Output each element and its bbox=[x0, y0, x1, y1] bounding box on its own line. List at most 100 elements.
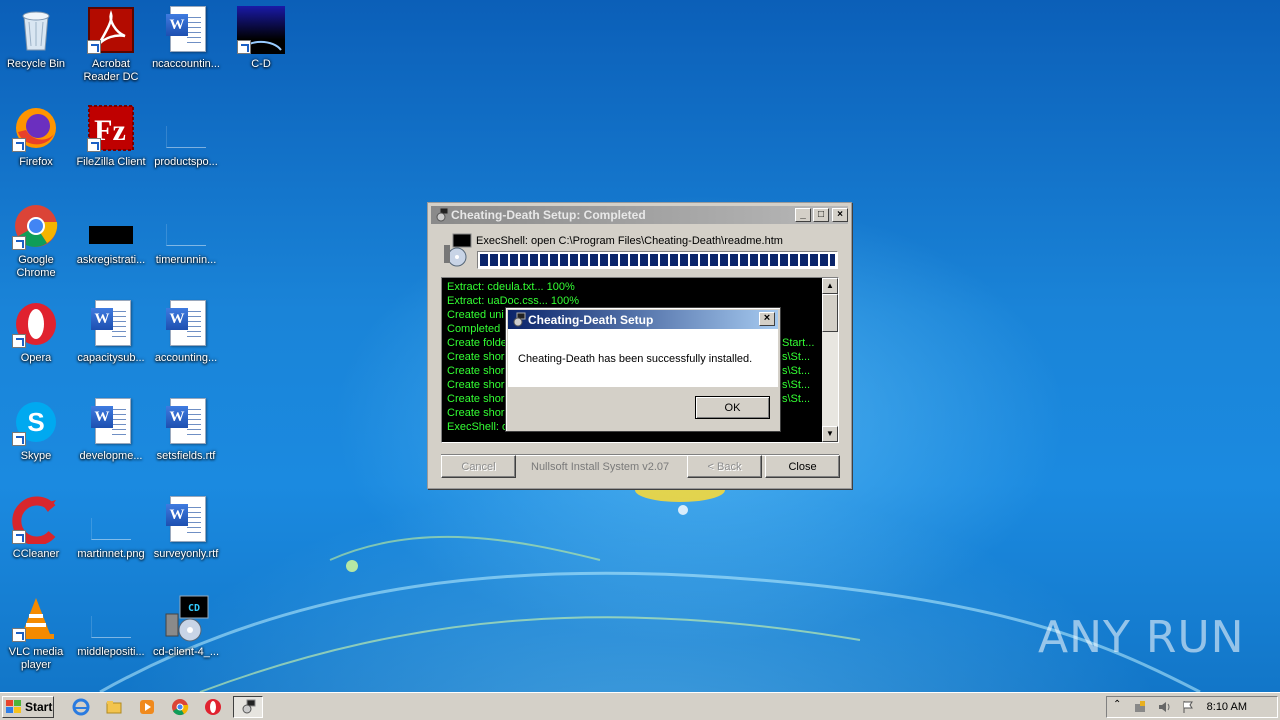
desktop-icon-cd-client[interactable]: CD cd-client-4_... bbox=[148, 588, 224, 678]
word-document-icon: W bbox=[87, 398, 135, 446]
dialog-app-icon bbox=[513, 312, 526, 327]
desktop-icon-label: CCleaner bbox=[12, 548, 60, 560]
maximize-button[interactable]: □ bbox=[813, 208, 829, 222]
chrome-icon bbox=[12, 202, 60, 250]
close-button[interactable]: Close bbox=[765, 455, 840, 478]
scroll-up-arrow-icon[interactable]: ▲ bbox=[822, 278, 838, 294]
black-file-icon bbox=[87, 202, 135, 250]
desktop-icon-label: askregistrati... bbox=[76, 254, 146, 266]
desktop-icon-accounting[interactable]: W accounting... bbox=[148, 294, 224, 384]
internet-explorer-icon[interactable] bbox=[72, 698, 90, 716]
desktop-icon-label: C-D bbox=[251, 58, 271, 70]
windows-flag-icon bbox=[6, 700, 22, 714]
scroll-down-arrow-icon[interactable]: ▼ bbox=[822, 426, 838, 442]
close-window-button[interactable]: × bbox=[832, 208, 848, 222]
desktop-icon-recycle-bin[interactable]: Recycle Bin bbox=[0, 0, 74, 90]
desktop-icon-label: martinnet.png bbox=[77, 548, 145, 560]
svg-text:CD: CD bbox=[188, 603, 200, 614]
desktop-icon-google-chrome[interactable]: Google Chrome bbox=[0, 196, 74, 286]
chrome-taskbar-icon[interactable] bbox=[171, 698, 189, 716]
dialog-close-icon[interactable]: × bbox=[759, 312, 775, 326]
installer-package-icon: CD bbox=[162, 594, 210, 642]
desktop-icon-c-d[interactable]: C-D bbox=[223, 0, 299, 90]
desktop-icon-timerunning[interactable]: timerunnin... bbox=[148, 196, 224, 286]
log-line-tail: s\St... bbox=[782, 393, 811, 405]
log-line: Extract: cdeula.txt... 100% bbox=[447, 281, 575, 293]
desktop-icon-label: Acrobat Reader DC bbox=[83, 58, 139, 83]
dialog-body: Cheating-Death has been successfully ins… bbox=[508, 329, 778, 387]
network-flag-icon[interactable] bbox=[1181, 700, 1195, 714]
desktop-icon-martinnet[interactable]: martinnet.png bbox=[73, 490, 149, 580]
desktop-icon-label: accounting... bbox=[154, 352, 218, 364]
desktop-icon-label: Opera bbox=[20, 352, 52, 364]
media-player-icon[interactable] bbox=[138, 698, 156, 716]
desktop-icon-surveyonly[interactable]: W surveyonly.rtf bbox=[148, 490, 224, 580]
desktop-icon-ccleaner[interactable]: CCleaner bbox=[0, 490, 74, 580]
dialog-titlebar[interactable]: Cheating-Death Setup × bbox=[508, 310, 778, 329]
exec-status-text: ExecShell: open C:\Program Files\Cheatin… bbox=[476, 235, 783, 247]
shortcut-arrow-icon bbox=[87, 40, 101, 54]
log-line: Extract: uaDoc.css... 100% bbox=[447, 295, 580, 307]
file-explorer-icon[interactable] bbox=[105, 698, 123, 716]
firefox-icon bbox=[12, 104, 60, 152]
acrobat-icon bbox=[87, 6, 135, 54]
back-button[interactable]: < Back bbox=[687, 455, 762, 478]
scroll-thumb[interactable] bbox=[822, 294, 838, 332]
desktop-icon-capacitysub[interactable]: W capacitysub... bbox=[73, 294, 149, 384]
opera-taskbar-icon[interactable] bbox=[204, 698, 222, 716]
recycle-bin-icon bbox=[12, 6, 60, 54]
installer-cd-icon bbox=[444, 233, 472, 267]
install-progress-bar bbox=[477, 251, 838, 269]
action-center-icon[interactable] bbox=[1133, 700, 1147, 714]
desktop-icon-ncaccounting[interactable]: W ncaccountin... bbox=[148, 0, 224, 90]
desktop-icon-label: FileZilla Client bbox=[76, 156, 146, 168]
word-document-icon: W bbox=[162, 398, 210, 446]
log-line-tail: Start... bbox=[782, 337, 815, 349]
desktop-icon-filezilla[interactable]: Fz FileZilla Client bbox=[73, 98, 149, 188]
word-document-icon: W bbox=[162, 300, 210, 348]
word-document-icon: W bbox=[162, 496, 210, 544]
desktop-icon-development[interactable]: W developme... bbox=[73, 392, 149, 482]
shortcut-arrow-icon bbox=[87, 138, 101, 152]
desktop-icon-askregistration[interactable]: askregistrati... bbox=[73, 196, 149, 286]
desktop-icon-opera[interactable]: Opera bbox=[0, 294, 74, 384]
success-dialog[interactable]: Cheating-Death Setup × Cheating-Death ha… bbox=[505, 307, 781, 432]
clock[interactable]: 8:10 AM bbox=[1207, 701, 1247, 713]
installer-titlebar[interactable]: Cheating-Death Setup: Completed _ □ × bbox=[431, 206, 848, 224]
desktop-icon-productspo[interactable]: productspo... bbox=[148, 98, 224, 188]
desktop-icon-label: Recycle Bin bbox=[6, 58, 66, 70]
desktop-icon-label: surveyonly.rtf bbox=[153, 548, 219, 560]
shortcut-arrow-icon bbox=[12, 138, 26, 152]
cancel-button[interactable]: Cancel bbox=[441, 455, 516, 478]
word-document-icon: W bbox=[162, 6, 210, 54]
desktop-icon-label: Firefox bbox=[19, 156, 53, 168]
desktop-icon-firefox[interactable]: Firefox bbox=[0, 98, 74, 188]
taskbar-item-installer[interactable] bbox=[233, 696, 263, 718]
installer-taskbar-icon bbox=[242, 699, 256, 714]
desktop-icon-label: cd-client-4_... bbox=[152, 646, 220, 658]
ok-button[interactable]: OK bbox=[695, 396, 770, 419]
desktop-icon-acrobat-reader[interactable]: Acrobat Reader DC bbox=[73, 0, 149, 90]
show-hidden-icons-icon[interactable]: ⌃ bbox=[1113, 699, 1127, 713]
desktop-icon-label: setsfields.rtf bbox=[156, 450, 216, 462]
blank-file-icon bbox=[162, 202, 210, 250]
volume-icon[interactable] bbox=[1157, 700, 1171, 714]
anyrun-watermark: ANY RUN bbox=[1038, 612, 1245, 663]
desktop-icon-label: Skype bbox=[20, 450, 52, 462]
filezilla-icon: Fz bbox=[87, 104, 135, 152]
desktop-icon-skype[interactable]: S Skype bbox=[0, 392, 74, 482]
start-button[interactable]: Start bbox=[2, 696, 54, 718]
log-line-tail: s\St... bbox=[782, 365, 811, 377]
start-label: Start bbox=[25, 700, 53, 714]
desktop-icon-label: VLC media player bbox=[8, 646, 64, 671]
desktop-icon-vlc[interactable]: VLC media player bbox=[0, 588, 74, 678]
opera-icon bbox=[12, 300, 60, 348]
shortcut-arrow-icon bbox=[12, 236, 26, 250]
system-tray: ⌃ 8:10 AM bbox=[1106, 696, 1278, 718]
desktop-icon-label: developme... bbox=[79, 450, 143, 462]
blank-file-icon bbox=[162, 104, 210, 152]
log-scrollbar[interactable]: ▲ ▼ bbox=[822, 278, 838, 442]
desktop-icon-setsfields[interactable]: W setsfields.rtf bbox=[148, 392, 224, 482]
desktop-icon-middleposition[interactable]: middlepositi... bbox=[73, 588, 149, 678]
minimize-button[interactable]: _ bbox=[795, 208, 811, 222]
